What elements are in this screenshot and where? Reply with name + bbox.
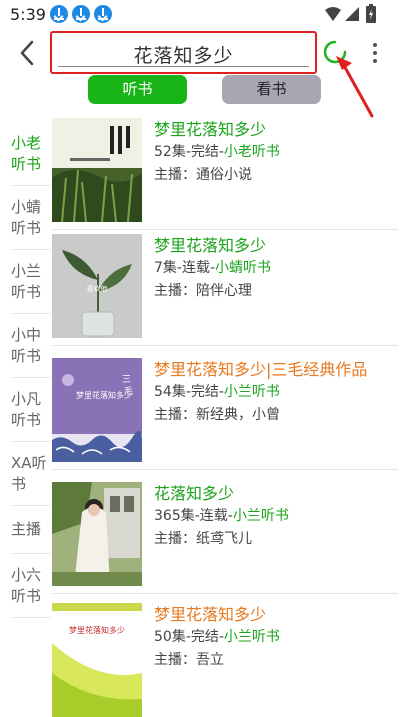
- download-icon: [94, 5, 112, 23]
- result-host: 主播：吾立: [154, 652, 224, 668]
- battery-icon: [366, 4, 376, 23]
- result-item[interactable]: 花落知多少 365集-连载-小兰听书 主播：纸鸢飞儿: [52, 478, 398, 594]
- cover-text: 梦里花落知多少: [76, 390, 132, 400]
- result-item[interactable]: 梦里花落知多少 52集-完结-小老听书 主播：通俗小说: [52, 114, 398, 230]
- result-title: 梦里花落知多少: [154, 120, 267, 139]
- book-cover-image: [52, 118, 142, 222]
- sidebar-item-xiaolan[interactable]: 小兰听书: [11, 250, 51, 314]
- result-item[interactable]: 梦里花落知多少 梦里花落知多少 50集-完结-小兰听书 主播：吾立: [52, 599, 398, 717]
- tab-read[interactable]: 看书: [222, 75, 321, 104]
- source-name: 小兰听书: [223, 629, 280, 645]
- result-meta: 54集-完结-小兰听书: [154, 381, 280, 401]
- result-host: 主播：新经典，小曾: [154, 407, 280, 423]
- source-name: 小蜻听书: [215, 260, 272, 276]
- svg-text:三: 三: [122, 375, 131, 385]
- source-name: 小兰听书: [223, 384, 280, 400]
- sidebar-item-xa[interactable]: XA听书: [11, 442, 51, 506]
- sidebar-item-host[interactable]: 主播: [11, 506, 51, 554]
- result-title: 梦里花落知多少|三毛经典作品: [154, 360, 368, 379]
- source-name: 小兰听书: [232, 508, 289, 524]
- result-title: 花落知多少: [154, 484, 235, 503]
- wifi-icon: [325, 7, 341, 21]
- result-meta: 365集-连载-小兰听书: [154, 505, 289, 525]
- sidebar-item-xiaofan[interactable]: 小凡听书: [11, 378, 51, 442]
- book-cover-image: 喜欢他: [52, 234, 142, 338]
- episode-count: 54集-完结-: [154, 384, 224, 400]
- status-time: 5:39: [10, 5, 46, 24]
- result-title: 梦里花落知多少: [154, 605, 267, 624]
- result-meta: 7集-连载-小蜻听书: [154, 257, 271, 277]
- source-name: 小老听书: [223, 144, 280, 160]
- episode-count: 50集-完结-: [154, 629, 224, 645]
- book-cover-image: 梦里花落知多少: [52, 603, 142, 717]
- episode-count: 365集-连载-: [154, 508, 233, 524]
- result-meta: 52集-完结-小老听书: [154, 141, 280, 161]
- cover-text: 梦里花落知多少: [69, 625, 125, 635]
- result-host: 主播：通俗小说: [154, 167, 252, 183]
- result-item[interactable]: 喜欢他 梦里花落知多少 7集-连载-小蜻听书 主播：陪伴心理: [52, 230, 398, 346]
- signal-icon: [345, 7, 359, 21]
- sidebar-item-xiaozhong[interactable]: 小中听书: [11, 314, 51, 378]
- search-underline: [58, 66, 309, 67]
- book-cover-image: [52, 482, 142, 586]
- episode-count: 7集-连载-: [154, 260, 216, 276]
- download-icon: [50, 5, 68, 23]
- result-host: 主播：纸鸢飞儿: [154, 531, 252, 547]
- sidebar-item-xiaoqing[interactable]: 小蜻听书: [11, 186, 51, 250]
- back-arrow-icon[interactable]: [14, 38, 44, 68]
- result-host: 主播：陪伴心理: [154, 283, 252, 299]
- download-icon: [72, 5, 90, 23]
- result-item[interactable]: 三 毛 梦里花落知多少 梦里花落知多少|三毛经典作品 54集-完结-小兰听书 主…: [52, 354, 398, 470]
- episode-count: 52集-完结-: [154, 144, 224, 160]
- result-title: 梦里花落知多少: [154, 236, 267, 255]
- status-bar: 5:39: [0, 0, 409, 30]
- sidebar-item-xiaolao[interactable]: 小老听书: [11, 122, 51, 186]
- book-cover-image: 三 毛 梦里花落知多少: [52, 358, 142, 462]
- search-input-value: 花落知多少: [133, 45, 234, 67]
- cover-text: 喜欢他: [87, 284, 108, 293]
- search-input[interactable]: 花落知多少: [50, 31, 317, 74]
- tab-listen[interactable]: 听书: [88, 75, 187, 104]
- result-meta: 50集-完结-小兰听书: [154, 626, 280, 646]
- sidebar-item-xiaoliu[interactable]: 小六听书: [11, 554, 51, 618]
